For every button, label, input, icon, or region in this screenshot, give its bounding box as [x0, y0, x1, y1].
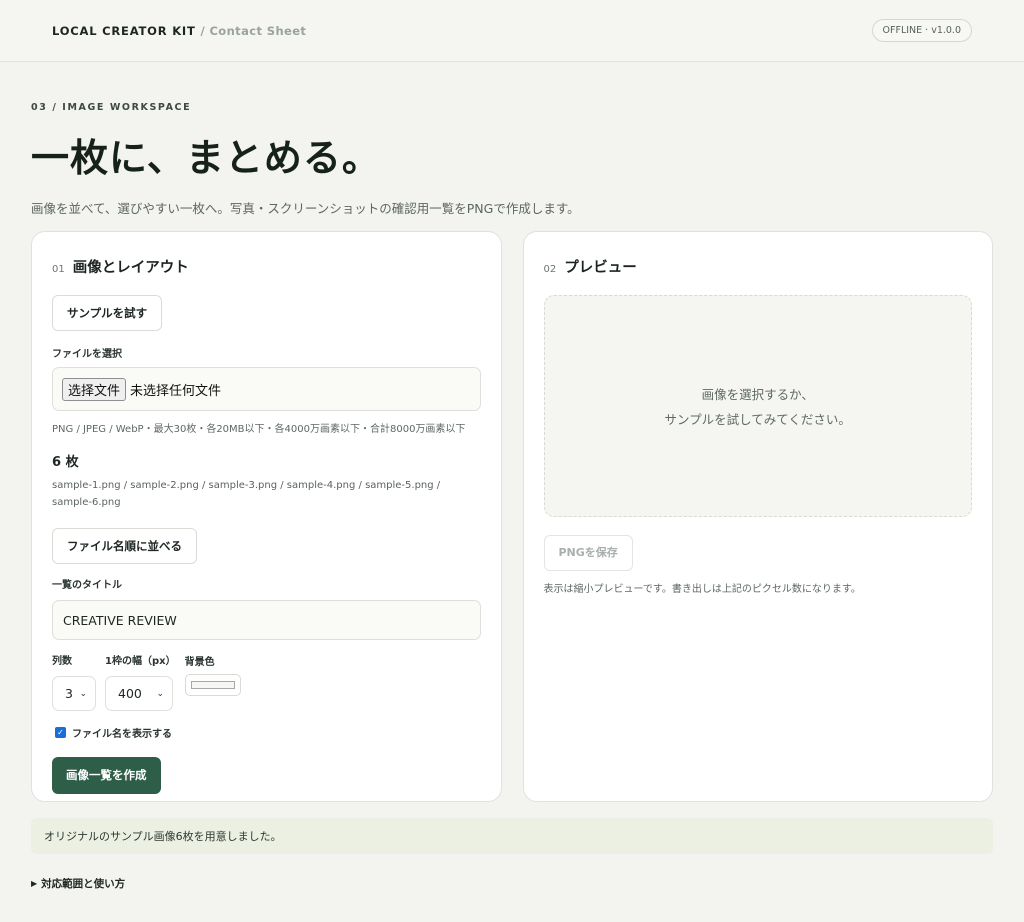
try-sample-button[interactable]: サンプルを試す: [52, 295, 163, 331]
choose-file-button[interactable]: 选择文件: [62, 377, 127, 401]
panel-number: 02: [543, 264, 557, 275]
top-bar: LOCAL CREATOR KIT / Contact Sheet OFFLIN…: [0, 0, 1024, 62]
panel-title: プレビュー: [564, 260, 637, 276]
section-eyebrow: 03 / IMAGE WORKSPACE: [31, 102, 192, 113]
status-notice: オリジナルのサンプル画像6枚を用意しました。: [31, 818, 993, 854]
preview-empty-line-2: サンプルを試してみてください。: [664, 412, 851, 427]
bg-color-picker[interactable]: [184, 674, 241, 696]
chevron-down-icon: ⌄: [156, 688, 164, 699]
create-sheet-button[interactable]: 画像一覧を作成: [52, 757, 161, 794]
sort-by-name-button[interactable]: ファイル名順に並べる: [52, 528, 197, 564]
help-details-summary: 対応範囲と使い方: [41, 878, 126, 890]
page-description: 画像を並べて、選びやすい一枚へ。写真・スクリーンショットの確認用一覧をPNGで作…: [31, 201, 580, 216]
width-label: 1枠の幅（px）: [105, 656, 176, 667]
preview-panel-header: 02 プレビュー: [544, 256, 973, 277]
width-value: 400: [118, 686, 142, 701]
panel-title: 画像とレイアウト: [72, 260, 189, 276]
bg-color-group: 背景色: [184, 652, 241, 696]
layout-panel: 01 画像とレイアウト サンプルを試す ファイルを選択 选择文件 未选择任何文件…: [31, 231, 502, 802]
preview-panel: 02 プレビュー 画像を選択するか、 サンプルを試してみてください。 PNGを保…: [522, 231, 993, 802]
show-names-label: ファイル名を表示する: [72, 729, 172, 740]
brand-subtitle: / Contact Sheet: [200, 23, 307, 38]
title-label: 一覧のタイトル: [52, 580, 122, 591]
width-select[interactable]: 400 ⌄: [105, 676, 173, 711]
panels: 01 画像とレイアウト サンプルを試す ファイルを選択 选择文件 未选择任何文件…: [31, 231, 993, 802]
preview-canvas: 画像を選択するか、 サンプルを試してみてください。: [543, 295, 972, 517]
bg-color-swatch: [190, 681, 235, 689]
file-label: ファイルを選択: [52, 349, 122, 360]
width-group: 1枠の幅（px） 400 ⌄: [105, 652, 176, 711]
columns-select[interactable]: 3 ⌄: [52, 676, 96, 711]
bg-color-label: 背景色: [184, 657, 215, 668]
file-input[interactable]: 选择文件 未选择任何文件: [52, 367, 481, 411]
disclosure-triangle-icon: ▶: [31, 879, 38, 888]
show-names-checkbox[interactable]: ✓: [55, 727, 66, 738]
file-status: 未选择任何文件: [130, 383, 222, 399]
columns-group: 列数 3 ⌄: [52, 652, 96, 711]
layout-options: 列数 3 ⌄ 1枠の幅（px） 400 ⌄ 背景色: [52, 652, 481, 711]
image-count: 6 枚: [52, 455, 79, 470]
help-details[interactable]: ▶ 対応範囲と使い方: [31, 876, 125, 891]
title-input[interactable]: CREATIVE REVIEW: [52, 600, 481, 640]
file-hint: PNG / JPEG / WebP・最大30枚・各20MB以下・各4000万画素…: [52, 424, 466, 435]
show-names-option[interactable]: ✓ ファイル名を表示する: [55, 725, 481, 740]
page-title: 一枚に、まとめる。: [31, 136, 381, 180]
chevron-down-icon: ⌄: [79, 688, 87, 699]
hero: 03 / IMAGE WORKSPACE 一枚に、まとめる。 画像を並べて、選び…: [0, 62, 1024, 217]
columns-value: 3: [65, 686, 73, 701]
brand-name: LOCAL CREATOR KIT: [52, 23, 196, 38]
preview-note: 表示は縮小プレビューです。書き出しは上記のピクセル数になります。: [543, 584, 861, 595]
layout-panel-header: 01 画像とレイアウト: [52, 256, 481, 277]
brand: LOCAL CREATOR KIT / Contact Sheet: [52, 24, 306, 38]
preview-empty-line-1: 画像を選択するか、: [701, 387, 814, 402]
panel-number: 01: [52, 264, 65, 275]
version-badge: OFFLINE · v1.0.0: [871, 19, 972, 42]
save-png-button[interactable]: PNGを保存: [543, 535, 633, 571]
file-names: sample-1.png / sample-2.png / sample-3.p…: [52, 480, 441, 508]
columns-label: 列数: [52, 656, 72, 667]
